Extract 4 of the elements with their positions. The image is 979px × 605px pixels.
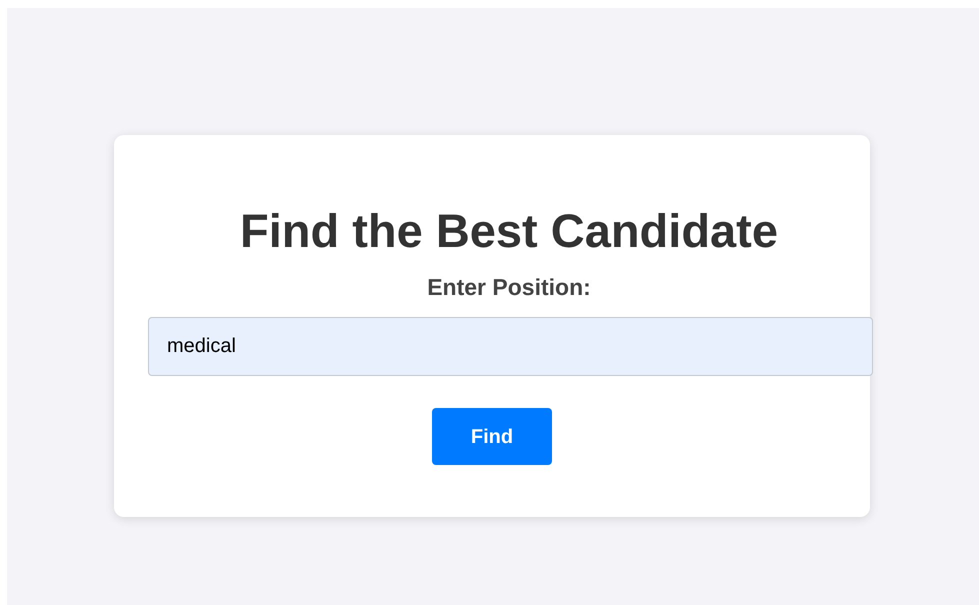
- position-input[interactable]: medical: [148, 317, 873, 376]
- field-label: Enter Position:: [427, 273, 591, 301]
- page-title: Find the Best Candidate: [239, 203, 778, 259]
- find-button[interactable]: Find: [432, 408, 552, 465]
